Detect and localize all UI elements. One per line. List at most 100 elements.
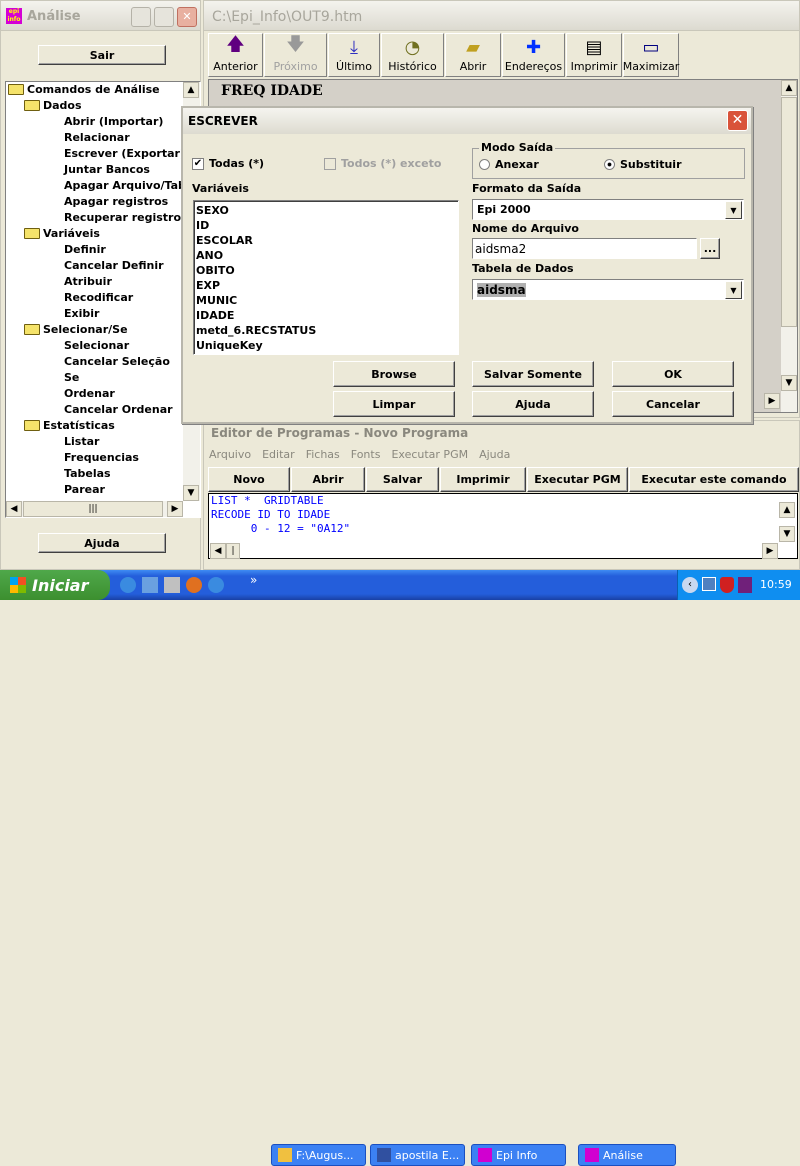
toolbar-histórico-button[interactable]: ◔ Histórico <box>381 33 444 77</box>
menu-item[interactable]: Executar PGM <box>391 448 468 461</box>
more-chevron[interactable]: » <box>250 573 257 587</box>
scroll-thumb[interactable]: | <box>226 543 240 559</box>
tree-item[interactable]: Recuperar registros <box>64 211 188 224</box>
anexar-radio[interactable]: Anexar <box>479 158 539 171</box>
editor-button[interactable]: Novo <box>208 467 290 492</box>
tree-item[interactable]: Comandos de Análise <box>8 83 160 96</box>
toolbar-imprimir-button[interactable]: ▤ Imprimir <box>566 33 622 77</box>
toolbar-maximizar-button[interactable]: ▭ Maximizar <box>623 33 679 77</box>
browse-button[interactable]: Browse <box>333 361 455 387</box>
security-shield-icon[interactable] <box>720 577 734 593</box>
scroll-up-button[interactable]: ▲ <box>781 80 797 96</box>
tree-item[interactable]: Selecionar <box>64 339 129 352</box>
chevron-down-icon[interactable]: ▼ <box>725 201 742 219</box>
desktop-icon[interactable] <box>142 577 158 593</box>
tree-item[interactable]: Frequencias <box>64 451 139 464</box>
tree-item[interactable]: Variáveis <box>24 227 100 240</box>
tree-item[interactable]: Tabelas <box>64 467 111 480</box>
variable-item[interactable]: UniqueKey <box>194 338 458 353</box>
firefox-icon[interactable] <box>186 577 202 593</box>
output-vertical-scrollbar[interactable]: ▲ ▼ ▶ <box>764 80 797 412</box>
menu-item[interactable]: Arquivo <box>209 448 251 461</box>
scroll-left-button[interactable]: ◀ <box>6 501 22 517</box>
tree-item[interactable]: Cancelar Ordenar <box>64 403 173 416</box>
toolbar-abrir-button[interactable]: ▰ Abrir <box>445 33 501 77</box>
tree-item[interactable]: Dados <box>24 99 82 112</box>
scroll-down-button[interactable]: ▼ <box>779 526 795 542</box>
editor-button[interactable]: Abrir <box>291 467 365 492</box>
start-button[interactable]: Iniciar <box>0 570 110 600</box>
tree-item[interactable]: Selecionar/Se <box>24 323 128 336</box>
scroll-down-button[interactable]: ▼ <box>781 375 797 391</box>
tree-item[interactable]: Abrir (Importar) <box>64 115 163 128</box>
taskbar-item[interactable]: F:\Augus... <box>271 1144 366 1166</box>
limpar-button[interactable]: Limpar <box>333 391 455 417</box>
menu-item[interactable]: Editar <box>262 448 295 461</box>
ie-icon[interactable] <box>208 577 224 593</box>
analise-titlebar[interactable]: epi info Análise ✕ <box>1 1 200 31</box>
tree-item[interactable]: Apagar registros <box>64 195 168 208</box>
variables-list[interactable]: SEXO ID ESCOLAR ANO OBITO EXP MUNIC IDADE metd_6… <box>193 200 459 355</box>
cancelar-button[interactable]: Cancelar <box>612 391 734 417</box>
chevron-down-icon[interactable]: ▼ <box>725 281 742 299</box>
variable-item[interactable]: IDADE <box>194 308 458 323</box>
tree-item[interactable]: Atribuir <box>64 275 112 288</box>
output-titlebar[interactable]: C:\Epi_Info\OUT9.htm <box>204 1 799 31</box>
browse-file-button[interactable]: ... <box>700 238 720 259</box>
variable-item[interactable]: ESCOLAR <box>194 233 458 248</box>
tree-item[interactable]: Recodificar <box>64 291 133 304</box>
variable-item[interactable]: SEXO <box>194 203 458 218</box>
tree-item[interactable]: Listar <box>64 435 99 448</box>
editor-button[interactable]: Salvar <box>366 467 439 492</box>
tree-item[interactable]: Ordenar <box>64 387 115 400</box>
variable-item[interactable]: ID <box>194 218 458 233</box>
tree-item[interactable]: Apagar Arquivo/Tab <box>64 179 186 192</box>
ajuda-dialog-button[interactable]: Ajuda <box>472 391 594 417</box>
variable-item[interactable]: metd_6.RECSTATUS <box>194 323 458 338</box>
toolbar-próximo-button[interactable]: 🡇 Próximo <box>264 33 327 77</box>
substituir-radio[interactable]: Substituir <box>604 158 682 171</box>
toolbar-anterior-button[interactable]: 🡅 Anterior <box>208 33 263 77</box>
editor-button[interactable]: Executar PGM <box>527 467 628 492</box>
tree-item[interactable]: Estatísticas <box>24 419 115 432</box>
toolbar-endereços-button[interactable]: ✚ Endereços <box>502 33 565 77</box>
code-editor[interactable]: LIST * GRIDTABLE RECODE ID TO IDADE 0 - 1… <box>208 493 798 559</box>
taskbar-item[interactable]: Epi Info <box>471 1144 566 1166</box>
scroll-right-button[interactable]: ▶ <box>762 543 778 559</box>
editor-button[interactable]: Imprimir <box>440 467 526 492</box>
scroll-thumb[interactable] <box>781 97 797 327</box>
network-icon[interactable] <box>702 577 716 591</box>
todas-checkbox[interactable]: ✔ Todas (*) <box>192 157 264 170</box>
dialog-close-button[interactable]: ✕ <box>727 110 748 131</box>
tree-item[interactable]: Se <box>64 371 79 384</box>
tree-item[interactable]: Cancelar Seleção <box>64 355 170 368</box>
todos-exceto-checkbox[interactable]: Todos (*) exceto <box>324 157 441 170</box>
variable-item[interactable]: ANO <box>194 248 458 263</box>
menu-item[interactable]: Fonts <box>351 448 381 461</box>
tabela-select[interactable]: aidsma ▼ <box>472 279 744 300</box>
tree-item[interactable]: Cancelar Definir <box>64 259 164 272</box>
scroll-right-button[interactable]: ▶ <box>764 393 780 409</box>
minimize-button[interactable] <box>131 7 151 27</box>
scroll-up-button[interactable]: ▲ <box>779 502 795 518</box>
variable-item[interactable]: EXP <box>194 278 458 293</box>
taskbar-item[interactable]: Análise <box>578 1144 676 1166</box>
horizontal-scrollbar[interactable]: ◀ ||| ▶ <box>6 501 183 517</box>
toolbar-último-button[interactable]: ⤓ Último <box>328 33 380 77</box>
tree-item[interactable]: Juntar Bancos <box>64 163 150 176</box>
formato-select[interactable]: Epi 2000 ▼ <box>472 199 744 220</box>
sair-button[interactable]: Sair <box>38 45 166 65</box>
app-icon[interactable] <box>164 577 180 593</box>
tray-app-icon[interactable] <box>738 577 752 593</box>
close-button[interactable]: ✕ <box>177 7 197 27</box>
scroll-right-button[interactable]: ▶ <box>167 501 183 517</box>
taskbar-item[interactable]: apostila E... <box>370 1144 465 1166</box>
tree-item[interactable]: Exibir <box>64 307 99 320</box>
scroll-down-button[interactable]: ▼ <box>183 485 199 501</box>
tree-item[interactable]: Relacionar <box>64 131 130 144</box>
menu-item[interactable]: Fichas <box>306 448 340 461</box>
salvar-somente-button[interactable]: Salvar Somente <box>472 361 594 387</box>
ajuda-button[interactable]: Ajuda <box>38 533 166 553</box>
scroll-up-button[interactable]: ▲ <box>183 82 199 98</box>
ie-icon[interactable] <box>120 577 136 593</box>
